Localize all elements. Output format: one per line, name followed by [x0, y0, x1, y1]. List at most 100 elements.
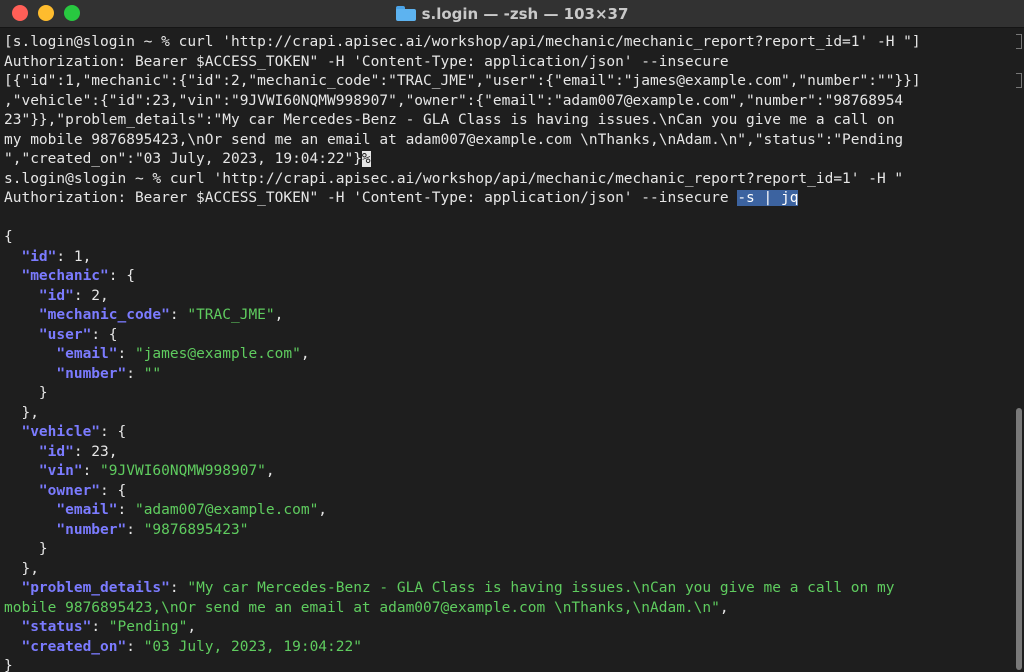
json-key: "problem_details": [21, 580, 170, 596]
terminal-text: :: [126, 638, 144, 655]
terminal-line: "mechanic": {: [4, 267, 1012, 287]
terminal-text: :: [126, 521, 144, 538]
terminal-line: "vin": "9JVWI60NQMW998907",: [4, 462, 1012, 482]
json-key: "mechanic_code": [38, 307, 170, 323]
terminal-line: {: [4, 228, 1012, 248]
json-string: "TRAC_JME": [187, 307, 275, 323]
terminal-line: Authorization: Bearer $ACCESS_TOKEN" -H …: [4, 189, 1012, 209]
json-key: "created_on": [21, 638, 127, 655]
json-key: "id": [21, 248, 57, 265]
terminal-text: },: [4, 560, 39, 577]
terminal-text: ,: [318, 502, 328, 518]
terminal-text: 23"}},"problem_details":"My car Mercedes…: [4, 112, 895, 128]
terminal-text: Authorization: Bearer $ACCESS_TOKEN" -H …: [4, 53, 729, 70]
json-key: "vehicle": [21, 424, 101, 440]
terminal-text: :: [82, 463, 101, 479]
terminal-text: {: [4, 229, 13, 245]
terminal-line: my mobile 9876895423,\nOr send me an ema…: [4, 131, 1012, 151]
json-string: "james@example.com": [134, 346, 301, 362]
terminal-line: "problem_details": "My car Mercedes-Benz…: [4, 579, 1012, 599]
json-key: "status": [21, 619, 92, 635]
terminal-output[interactable]: [s.login@slogin ~ % curl 'http://crapi.a…: [4, 33, 1012, 672]
terminal-text: : {: [100, 482, 127, 499]
terminal-line: "id": 1,: [4, 248, 1012, 268]
terminal-text: ","created_on":"03 July, 2023, 19:04:22"…: [4, 151, 362, 167]
terminal-line: "status": "Pending",: [4, 618, 1012, 638]
terminal-line: "number": "9876895423": [4, 521, 1012, 541]
json-key: "user": [38, 326, 92, 343]
json-string: "My car Mercedes-Benz - GLA Class is hav…: [187, 580, 895, 596]
terminal-text: :: [169, 307, 188, 323]
terminal-text: : {: [108, 268, 135, 284]
json-key: "id": [38, 443, 74, 460]
terminal-text: ,: [187, 619, 197, 635]
terminal-line: }: [4, 384, 1012, 404]
terminal-text: :: [117, 346, 135, 362]
selected-text: -s | jq: [737, 190, 799, 206]
json-key: "email": [56, 502, 118, 518]
terminal-text: ,: [274, 307, 284, 323]
json-string: "": [143, 365, 162, 382]
terminal-line: ","created_on":"03 July, 2023, 19:04:22"…: [4, 150, 1012, 170]
terminal-text: ,"vehicle":{"id":23,"vin":"9JVWI60NQMW99…: [4, 92, 904, 109]
terminal-text: s.login@slogin ~ % curl 'http://crapi.ap…: [4, 170, 904, 187]
terminal-line: "id": 2,: [4, 287, 1012, 307]
terminal-line: "owner": {: [4, 482, 1012, 502]
terminal-text: my mobile 9876895423,\nOr send me an ema…: [4, 131, 904, 148]
json-string: mobile 9876895423,\nOr send me an email …: [4, 599, 720, 616]
terminal-line: "id": 23,: [4, 443, 1012, 463]
window-title-group: s.login — -zsh — 103×37: [0, 0, 1024, 27]
terminal-text: : 23,: [73, 443, 118, 460]
terminal-text: }: [4, 658, 13, 672]
terminal-line: "mechanic_code": "TRAC_JME",: [4, 306, 1012, 326]
terminal-line: 23"}},"problem_details":"My car Mercedes…: [4, 111, 1012, 131]
terminal-window: s.login — -zsh — 103×37 [s.login@slogin …: [0, 0, 1024, 672]
json-key: "number": [56, 521, 127, 538]
cursor: %: [361, 151, 371, 167]
title-bar[interactable]: s.login — -zsh — 103×37: [0, 0, 1024, 28]
terminal-text: : {: [100, 424, 127, 440]
terminal-line: }: [4, 657, 1012, 672]
json-string: "9876895423": [143, 521, 249, 538]
terminal-line: mobile 9876895423,\nOr send me an email …: [4, 599, 1012, 619]
terminal-text: : 1,: [56, 248, 92, 265]
terminal-text: Authorization: Bearer $ACCESS_TOKEN" -H …: [4, 190, 738, 206]
terminal-line: "user": {: [4, 326, 1012, 346]
terminal-text: }: [4, 541, 48, 557]
json-key: "vin": [38, 463, 83, 479]
folder-icon: [395, 6, 416, 21]
json-key: "id": [38, 287, 74, 304]
terminal-text: [s.login@slogin ~ % curl 'http://crapi.a…: [4, 34, 921, 50]
json-string: "03 July, 2023, 19:04:22": [143, 638, 362, 655]
terminal-line: ,"vehicle":{"id":23,"vin":"9JVWI60NQMW99…: [4, 92, 1012, 112]
terminal-line: },: [4, 404, 1012, 424]
bracket-mark: [1016, 34, 1022, 49]
terminal-text: }: [4, 385, 48, 401]
json-key: "email": [56, 346, 118, 362]
json-string: "Pending": [108, 619, 188, 635]
json-key: "owner": [38, 482, 101, 499]
window-title: s.login — -zsh — 103×37: [421, 4, 629, 23]
terminal-text: ,: [265, 463, 275, 479]
terminal-text: ,: [719, 599, 729, 616]
terminal-line: }: [4, 540, 1012, 560]
terminal-text: },: [4, 404, 39, 421]
terminal-line: "email": "james@example.com",: [4, 345, 1012, 365]
terminal-line: "email": "adam007@example.com",: [4, 501, 1012, 521]
scrollbar-thumb[interactable]: [1016, 408, 1022, 670]
